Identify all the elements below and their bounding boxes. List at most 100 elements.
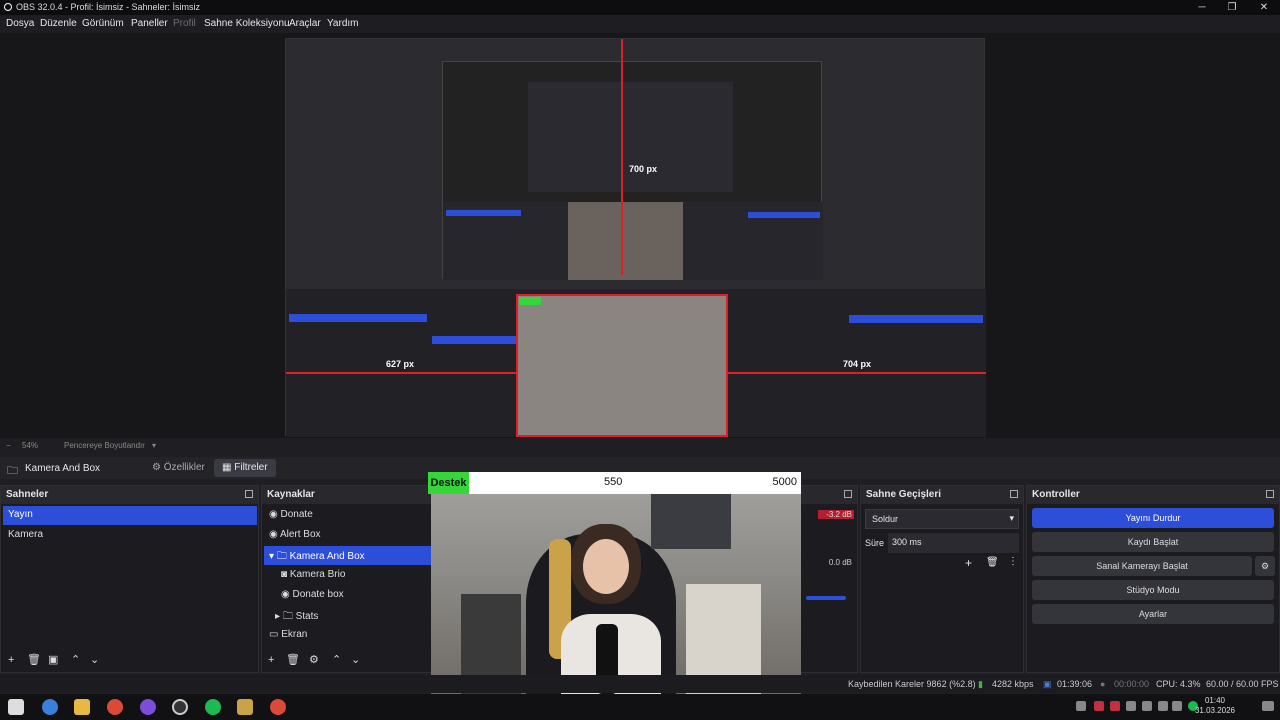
undock-icon[interactable]	[1010, 490, 1018, 498]
windows-start-icon[interactable]	[8, 699, 24, 715]
app-icon[interactable]	[42, 699, 58, 715]
menu-docks[interactable]: Paneller	[131, 18, 168, 29]
controls-title: Kontroller	[1032, 489, 1080, 500]
scene-item-yayin[interactable]: Yayın	[3, 506, 257, 525]
right-guide-line	[728, 372, 986, 374]
menu-view[interactable]: Görünüm	[82, 18, 124, 29]
face-shape	[583, 539, 629, 594]
live-icon: ▣	[1043, 679, 1052, 689]
volume-icon[interactable]	[1158, 701, 1168, 711]
source-label: Alert Box	[279, 529, 321, 540]
source-item-alert-box[interactable]: ◉ Alert Box	[264, 526, 432, 545]
stop-streaming-button[interactable]: Yayını Durdur	[1032, 508, 1274, 528]
move-up-icon[interactable]: ⌃	[71, 653, 80, 666]
trash-icon[interactable]: 🗑	[986, 557, 999, 568]
transition-select[interactable]: Soldur ▾	[865, 509, 1019, 529]
tray-app-icon[interactable]	[1110, 701, 1120, 711]
measure-center-label: 700 px	[629, 164, 658, 174]
scenes-dock: Sahneler Yayın Kamera + 🗑 ▣ ⌃ ⌄	[0, 485, 259, 673]
microphone-icon[interactable]	[1126, 701, 1136, 711]
start-recording-button[interactable]: Kaydı Başlat	[1032, 532, 1274, 552]
duration-field[interactable]: 300 ms	[888, 533, 1019, 553]
transitions-header: Sahne Geçişleri	[861, 486, 1023, 504]
obs-icon[interactable]	[172, 699, 188, 715]
clock[interactable]: 01:40 31.03.2026	[1195, 696, 1235, 716]
chevron-down-icon[interactable]: ▾	[152, 441, 156, 450]
zoom-mode-select[interactable]: Pencereye Boyutlandır	[64, 441, 145, 450]
folder-icon: 🗀	[282, 611, 293, 622]
studio-mode-button[interactable]: Stüdyo Modu	[1032, 580, 1274, 600]
settings-button[interactable]: Ayarlar	[1032, 604, 1274, 624]
menu-scene-collection[interactable]: Sahne Koleksiyonu	[204, 18, 290, 29]
filters-button[interactable]: ▦ Filtreler	[214, 459, 276, 477]
menu-file[interactable]: Dosya	[6, 18, 34, 29]
minimize-button[interactable]: ─	[1186, 0, 1218, 15]
headphones-icon[interactable]	[1076, 701, 1086, 711]
filter-icon[interactable]: ▣	[48, 653, 58, 666]
notification-icon[interactable]	[1262, 701, 1274, 711]
chevron-right-icon[interactable]: ▸	[275, 611, 280, 622]
scene-item-kamera[interactable]: Kamera	[3, 526, 257, 545]
goal-label: Destek	[428, 472, 469, 494]
more-icon[interactable]: ⋮	[1008, 556, 1018, 567]
window-title: OBS 32.0.4 - Profil: İsimsiz - Sahneler:…	[16, 2, 201, 12]
source-item-donate-box[interactable]: ◉ Donate box	[276, 586, 430, 605]
move-down-icon[interactable]: ⌄	[90, 653, 99, 666]
volume-slider[interactable]	[806, 596, 846, 600]
undock-icon[interactable]	[245, 490, 253, 498]
tray-app-icon[interactable]	[1142, 701, 1152, 711]
nested-source-selected	[432, 336, 520, 344]
gear-icon[interactable]: ⚙	[309, 653, 319, 666]
start-virtual-camera-button[interactable]: Sanal Kamerayı Başlat	[1032, 556, 1252, 576]
webcam-image	[431, 494, 801, 705]
chrome-icon[interactable]	[107, 699, 123, 715]
add-scene-icon[interactable]: +	[8, 654, 14, 666]
properties-button[interactable]: ⚙ Özellikler	[144, 459, 213, 477]
folder-icon: 🗀	[7, 465, 18, 477]
nested-obs-capture: 700 px 627 px 704 px	[285, 38, 986, 437]
maximize-button[interactable]: ❐	[1216, 0, 1248, 15]
bitrate: 4282 kbps	[992, 679, 1034, 689]
menu-edit[interactable]: Düzenle	[40, 18, 77, 29]
undock-icon[interactable]	[1266, 490, 1274, 498]
move-down-icon[interactable]: ⌄	[351, 653, 360, 666]
controls-header: Kontroller	[1027, 486, 1279, 504]
preview-canvas[interactable]: 700 px 627 px 704 px	[0, 33, 1280, 438]
trash-icon[interactable]: 🗑	[27, 653, 41, 666]
source-item-kamera-and-box[interactable]: ▾ 🗀 Kamera And Box	[264, 546, 432, 565]
duration-value: 300 ms	[892, 537, 922, 547]
network-icon[interactable]	[1172, 701, 1182, 711]
move-up-icon[interactable]: ⌃	[332, 653, 341, 666]
tray-app-icon[interactable]	[1094, 701, 1104, 711]
source-item-ekran[interactable]: ▭ Ekran	[264, 626, 432, 645]
controls-dock: Kontroller Yayını Durdur Kaydı Başlat Sa…	[1026, 485, 1280, 673]
source-item-stats[interactable]: ▸ 🗀 Stats	[270, 606, 430, 625]
menu-help[interactable]: Yardım	[327, 18, 359, 29]
undock-icon[interactable]	[844, 490, 852, 498]
file-explorer-icon[interactable]	[74, 699, 90, 715]
nested-preview-frame	[528, 82, 733, 192]
title-bar: OBS 32.0.4 - Profil: İsimsiz - Sahneler:…	[0, 0, 1280, 15]
mixer-db-1: -3.2 dB	[818, 510, 854, 519]
chevron-down-icon[interactable]: ▾	[269, 551, 274, 562]
add-transition-icon[interactable]: +	[965, 556, 972, 570]
source-item-donate[interactable]: ◉ Donate	[264, 506, 432, 525]
trash-icon[interactable]: 🗑	[286, 653, 300, 666]
gear-icon[interactable]: ⚙	[1255, 556, 1275, 576]
zoom-out-button[interactable]: −	[6, 441, 11, 450]
source-item-kamera-brio[interactable]: ◙ Kamera Brio	[276, 566, 430, 585]
nested-camera-frame	[568, 202, 683, 280]
app-icon[interactable]	[237, 699, 253, 715]
monitor-icon: ▭	[269, 629, 279, 640]
menu-bar: Dosya Düzenle Görünüm Paneller Profil Sa…	[0, 15, 1280, 33]
nested-camera-source	[516, 294, 728, 437]
signal-icon: ▮	[978, 679, 983, 689]
menu-tools[interactable]: Araçlar	[289, 18, 321, 29]
close-button[interactable]: ✕	[1248, 0, 1280, 15]
source-label: Stats	[295, 611, 319, 622]
status-bar: Kaybedilen Kareler 9862 (%2.8) ▮ 4282 kb…	[0, 675, 1280, 693]
add-source-icon[interactable]: +	[268, 654, 274, 666]
spotify-icon[interactable]	[205, 699, 221, 715]
chrome-icon[interactable]	[270, 699, 286, 715]
discord-icon[interactable]	[140, 699, 156, 715]
